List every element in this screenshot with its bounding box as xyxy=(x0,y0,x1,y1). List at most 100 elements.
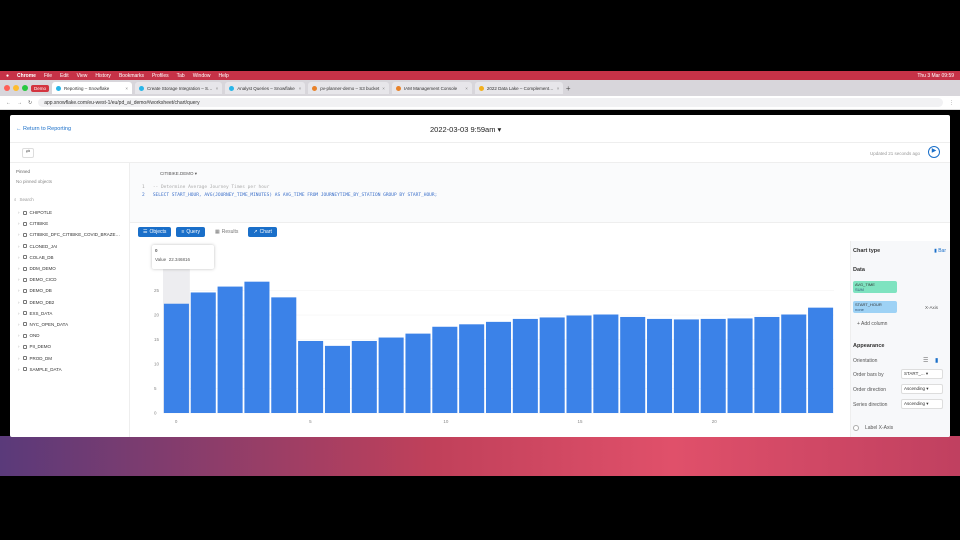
settings-icon[interactable]: ⇄ xyxy=(22,148,34,158)
extensions-icon[interactable]: ⋮ xyxy=(949,100,954,106)
bar[interactable] xyxy=(244,281,270,413)
close-icon[interactable]: × xyxy=(382,86,385,91)
bar[interactable] xyxy=(700,318,726,413)
database-item[interactable]: › DDM_DEMO xyxy=(10,263,129,274)
new-tab-icon[interactable]: + xyxy=(566,84,571,93)
close-icon[interactable]: × xyxy=(216,86,219,91)
result-tabs: ☰ Objects ≡ Query ▦ Results ↗ Chart xyxy=(130,223,950,241)
bar[interactable] xyxy=(781,314,807,413)
database-item[interactable]: › CLONED_JAI xyxy=(10,241,129,252)
chart-tab[interactable]: ↗ Chart xyxy=(248,227,277,237)
bar[interactable] xyxy=(217,286,243,413)
bar[interactable] xyxy=(808,307,834,413)
bar[interactable] xyxy=(190,292,216,413)
bar[interactable] xyxy=(485,321,512,413)
database-item[interactable]: › NYC_OPEN_DATA xyxy=(10,319,129,330)
menu-tab[interactable]: Tab xyxy=(177,73,185,79)
back-arrow-icon[interactable]: ← xyxy=(6,100,11,106)
order-direction-label: Order direction xyxy=(853,387,887,393)
bar[interactable] xyxy=(459,324,485,413)
bar[interactable] xyxy=(512,318,538,413)
database-icon xyxy=(22,244,27,249)
database-item[interactable]: › SAMPLE_DATA xyxy=(10,364,129,375)
add-column-button[interactable]: + Add column xyxy=(857,321,887,327)
menu-chrome[interactable]: Chrome xyxy=(17,73,36,79)
worksheet-title[interactable]: 2022-03-03 9:59am ▾ xyxy=(430,125,501,134)
database-item[interactable]: › COLAB_DB xyxy=(10,252,129,263)
database-item[interactable]: › CITIBIKE_DFC_CITIBIKE_COVID_BRAZE… xyxy=(10,229,129,240)
tab-analyst-queries[interactable]: Analyst Queries – Snowflake × xyxy=(225,82,306,94)
minimize-window-icon[interactable] xyxy=(13,85,19,91)
bar[interactable] xyxy=(351,340,377,413)
bar[interactable] xyxy=(405,333,431,413)
query-toggle[interactable]: ≡ Query xyxy=(176,227,205,237)
menu-window[interactable]: Window xyxy=(193,73,211,79)
menu-profiles[interactable]: Profiles xyxy=(152,73,169,79)
list-icon: ☰ xyxy=(143,229,148,235)
vertical-orientation-icon[interactable]: ▮ xyxy=(935,357,938,364)
database-item[interactable]: › EXS_DATA xyxy=(10,308,129,319)
close-window-icon[interactable] xyxy=(4,85,10,91)
database-item[interactable]: › DEMO_DB2 xyxy=(10,297,129,308)
tab-iam-console[interactable]: IAM Management Console × xyxy=(391,82,472,94)
address-bar[interactable]: app.snowflake.com/eu-west-1/eu/pd_ai_dem… xyxy=(38,98,943,107)
menu-history[interactable]: History xyxy=(95,73,111,79)
bar[interactable] xyxy=(754,316,780,413)
tab-reporting[interactable]: Reporting – Snowflake × xyxy=(52,82,133,94)
bar[interactable] xyxy=(163,303,189,413)
menu-view[interactable]: View xyxy=(77,73,88,79)
database-item[interactable]: › DEMO_CICD xyxy=(10,274,129,285)
bar[interactable] xyxy=(324,345,350,413)
bar[interactable] xyxy=(271,297,297,413)
y-column-chip[interactable]: AVG_TIME SUM xyxy=(853,281,897,293)
database-list: › CHIPOTLE › CITIBIKE › CITIBIKE_DFC_CITIBIKE… xyxy=(10,207,129,375)
menu-edit[interactable]: Edit xyxy=(60,73,69,79)
close-icon[interactable]: × xyxy=(465,86,468,91)
tab-storage-integration[interactable]: Create Storage Integration – S… × xyxy=(135,82,223,94)
bar[interactable] xyxy=(378,337,404,413)
database-item[interactable]: › DEMO_DB xyxy=(10,285,129,296)
x-column-chip[interactable]: START_HOUR none xyxy=(853,301,897,313)
context-selector[interactable]: CITIBIKE.DEMO ▾ xyxy=(160,171,197,177)
close-icon[interactable]: × xyxy=(125,86,128,91)
tab-data-lake[interactable]: 2022 Data Lake – Complement… × xyxy=(474,82,563,94)
database-item[interactable]: › CITIBIKE xyxy=(10,218,129,229)
bar[interactable] xyxy=(727,318,753,413)
menu-bookmarks[interactable]: Bookmarks xyxy=(119,73,144,79)
close-icon[interactable]: × xyxy=(299,86,302,91)
database-item[interactable]: › PROD_DM xyxy=(10,352,129,363)
bar[interactable] xyxy=(673,319,699,413)
bar[interactable] xyxy=(647,318,673,413)
bar[interactable] xyxy=(539,317,565,413)
return-to-reporting-link[interactable]: ← Return to Reporting xyxy=(16,126,71,132)
order-bars-by-select[interactable]: START_... ▾ xyxy=(901,369,943,379)
horizontal-orientation-icon[interactable]: ☰ xyxy=(923,357,928,364)
menu-help[interactable]: Help xyxy=(219,73,229,79)
bar[interactable] xyxy=(566,315,592,413)
database-item[interactable]: › OND xyxy=(10,330,129,341)
objects-toggle[interactable]: ☰ Objects xyxy=(138,227,172,237)
browser-tabbar: Demo Reporting – Snowflake × Create Stora… xyxy=(0,80,960,96)
database-item[interactable]: › CHIPOTLE xyxy=(10,207,129,218)
apple-icon[interactable]: ● xyxy=(6,73,9,79)
series-direction-select[interactable]: Ascending ▾ xyxy=(901,399,943,409)
database-item[interactable]: › PII_DEMO xyxy=(10,341,129,352)
search-input[interactable]: ⌕ Search xyxy=(14,195,125,203)
sql-editor[interactable]: CITIBIKE.DEMO ▾ 1 -- Determine Average J… xyxy=(130,163,950,223)
close-icon[interactable]: × xyxy=(557,86,560,91)
tab-s3-bucket[interactable]: pv-planner-demo – S3 bucket × xyxy=(308,82,389,94)
profile-badge[interactable]: Demo xyxy=(31,84,50,92)
bar[interactable] xyxy=(432,326,458,413)
label-x-axis-toggle[interactable] xyxy=(853,425,859,431)
order-direction-select[interactable]: Ascending ▾ xyxy=(901,384,943,394)
results-tab[interactable]: ▦ Results xyxy=(210,227,243,237)
reload-icon[interactable]: ↻ xyxy=(28,100,32,106)
run-button[interactable]: ▶ xyxy=(928,146,940,158)
menu-file[interactable]: File xyxy=(44,73,52,79)
bar[interactable] xyxy=(298,340,324,413)
forward-arrow-icon[interactable]: → xyxy=(17,100,22,106)
maximize-window-icon[interactable] xyxy=(22,85,28,91)
chart-type-select[interactable]: ▮ Bar xyxy=(934,248,946,254)
bar[interactable] xyxy=(620,316,646,413)
bar[interactable] xyxy=(593,314,619,413)
